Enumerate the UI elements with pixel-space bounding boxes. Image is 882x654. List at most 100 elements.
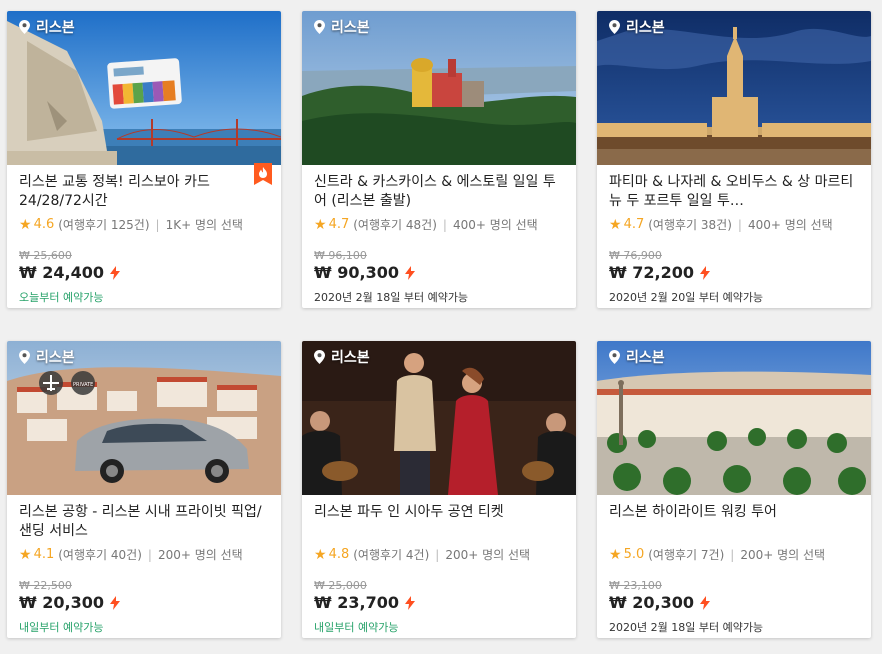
availability-text: 2020년 2월 20일 부터 예약가능 (609, 291, 764, 304)
rating-score: 5.0 (623, 547, 645, 562)
location-pin-icon (609, 350, 620, 364)
location-tag: 리스본 (609, 17, 665, 37)
activity-card-fado-show[interactable]: 리스본 리스본 파두 인 시아두 공연 티켓 ★ 4.8 (여행후기 4건) |… (302, 341, 576, 638)
rating-row: ★ 4.7 (여행후기 48건) | 400+ 명의 선택 (314, 216, 564, 233)
availability-text: 2020년 2월 18일 부터 예약가능 (314, 291, 469, 304)
rating-row: ★ 5.0 (여행후기 7건) | 200+ 명의 선택 (609, 546, 859, 563)
activity-card-airport-transfer[interactable]: PRIVATE 리스본 리스본 공항 - 리스본 시내 프라이빗 픽업/샌딩 서… (7, 341, 281, 638)
card-title[interactable]: 리스본 공항 - 리스본 시내 프라이빗 픽업/샌딩 서비스 (19, 503, 269, 541)
separator: | (147, 547, 152, 562)
current-price: ₩ 20,300 (19, 593, 104, 612)
selection-count: 200+ 명의 선택 (157, 548, 243, 562)
rating-row: ★ 4.6 (여행후기 125건) | 1K+ 명의 선택 (19, 216, 269, 233)
card-title[interactable]: 리스본 교통 정복! 리스보아 카드 24/28/72시간 (19, 173, 269, 211)
card-thumbnail: PRIVATE 리스본 (7, 341, 281, 495)
review-count: (여행후기 125건) (58, 218, 150, 232)
card-thumbnail: 리스본 (597, 11, 871, 165)
separator: | (442, 217, 447, 232)
current-price: ₩ 20,300 (609, 593, 694, 612)
separator: | (435, 547, 440, 562)
availability-text: 2020년 2월 18일 부터 예약가능 (609, 621, 764, 634)
price-row: ₩ 72,200 (609, 263, 859, 282)
star-icon: ★ (609, 216, 622, 233)
selection-count: 200+ 명의 선택 (445, 548, 531, 562)
original-price: ₩ 22,500 (19, 579, 72, 592)
rating-row: ★ 4.1 (여행후기 40건) | 200+ 명의 선택 (19, 546, 269, 563)
review-count: (여행후기 48건) (353, 218, 437, 232)
original-price: ₩ 25,000 (314, 579, 367, 592)
location-tag: 리스본 (314, 17, 370, 37)
lightning-icon (109, 595, 120, 610)
current-price: ₩ 24,400 (19, 263, 104, 282)
card-thumbnail: 리스본 (597, 341, 871, 495)
star-icon: ★ (314, 216, 327, 233)
location-tag: 리스본 (19, 17, 75, 37)
lightning-icon (699, 595, 710, 610)
location-label: 리스본 (626, 20, 665, 36)
location-label: 리스본 (331, 20, 370, 36)
review-count: (여행후기 38건) (648, 218, 732, 232)
price-row: ₩ 24,400 (19, 263, 269, 282)
activity-card-sintra-tour[interactable]: 리스본 신트라 & 카스카이스 & 에스토릴 일일 투어 (리스본 출발) ★ … (302, 11, 576, 308)
rating-score: 4.7 (328, 217, 350, 232)
location-pin-icon (314, 20, 325, 34)
availability-text: 내일부터 예약가능 (19, 621, 104, 634)
activity-card-walking-tour[interactable]: 리스본 리스본 하이라이트 워킹 투어 ★ 5.0 (여행후기 7건) | 20… (597, 341, 871, 638)
lightning-icon (699, 265, 710, 280)
card-thumbnail: 리스본 (302, 341, 576, 495)
lightning-icon (109, 265, 120, 280)
card-title[interactable]: 리스본 하이라이트 워킹 투어 (609, 503, 859, 541)
price-row: ₩ 20,300 (19, 593, 269, 612)
price-row: ₩ 20,300 (609, 593, 859, 612)
card-thumbnail: 리스본 (7, 11, 281, 165)
original-price: ₩ 23,100 (609, 579, 662, 592)
activity-card-lisboa-card[interactable]: 리스본 리스본 교통 정복! 리스보아 카드 24/28/72시간 ★ 4.6 … (7, 11, 281, 308)
card-thumbnail: 리스본 (302, 11, 576, 165)
availability-text: 오늘부터 예약가능 (19, 291, 104, 304)
card-title[interactable]: 리스본 파두 인 시아두 공연 티켓 (314, 503, 564, 541)
star-icon: ★ (19, 546, 32, 563)
separator: | (737, 217, 742, 232)
activity-card-fatima-tour[interactable]: 리스본 파티마 & 나자레 & 오비두스 & 상 마르티뉴 두 포르투 일일 투… (597, 11, 871, 308)
review-count: (여행후기 7건) (648, 548, 725, 562)
selection-count: 1K+ 명의 선택 (165, 218, 243, 232)
price-row: ₩ 23,700 (314, 593, 564, 612)
location-label: 리스본 (331, 350, 370, 366)
location-label: 리스본 (36, 20, 75, 36)
rating-score: 4.8 (328, 547, 350, 562)
activity-card-grid: 리스본 리스본 교통 정복! 리스보아 카드 24/28/72시간 ★ 4.6 … (0, 0, 882, 654)
location-pin-icon (609, 20, 620, 34)
lightning-icon (404, 595, 415, 610)
location-label: 리스본 (626, 350, 665, 366)
rating-score: 4.1 (33, 547, 55, 562)
selection-count: 200+ 명의 선택 (740, 548, 826, 562)
selection-count: 400+ 명의 선택 (747, 218, 833, 232)
location-tag: 리스본 (314, 347, 370, 367)
original-price: ₩ 96,100 (314, 249, 367, 262)
hot-badge-icon (254, 163, 272, 185)
star-icon: ★ (19, 216, 32, 233)
star-icon: ★ (609, 546, 622, 563)
location-pin-icon (314, 350, 325, 364)
current-price: ₩ 72,200 (609, 263, 694, 282)
rating-score: 4.7 (623, 217, 645, 232)
card-title[interactable]: 파티마 & 나자레 & 오비두스 & 상 마르티뉴 두 포르투 일일 투… (609, 173, 859, 211)
location-pin-icon (19, 350, 30, 364)
review-count: (여행후기 4건) (353, 548, 430, 562)
separator: | (155, 217, 160, 232)
location-pin-icon (19, 20, 30, 34)
rating-score: 4.6 (33, 217, 55, 232)
location-tag: 리스본 (609, 347, 665, 367)
selection-count: 400+ 명의 선택 (452, 218, 538, 232)
card-title[interactable]: 신트라 & 카스카이스 & 에스토릴 일일 투어 (리스본 출발) (314, 173, 564, 211)
separator: | (730, 547, 735, 562)
star-icon: ★ (314, 546, 327, 563)
review-count: (여행후기 40건) (58, 548, 142, 562)
private-label: PRIVATE (73, 382, 93, 388)
availability-text: 내일부터 예약가능 (314, 621, 399, 634)
original-price: ₩ 25,600 (19, 249, 72, 262)
price-row: ₩ 90,300 (314, 263, 564, 282)
lightning-icon (404, 265, 415, 280)
original-price: ₩ 76,900 (609, 249, 662, 262)
rating-row: ★ 4.8 (여행후기 4건) | 200+ 명의 선택 (314, 546, 564, 563)
